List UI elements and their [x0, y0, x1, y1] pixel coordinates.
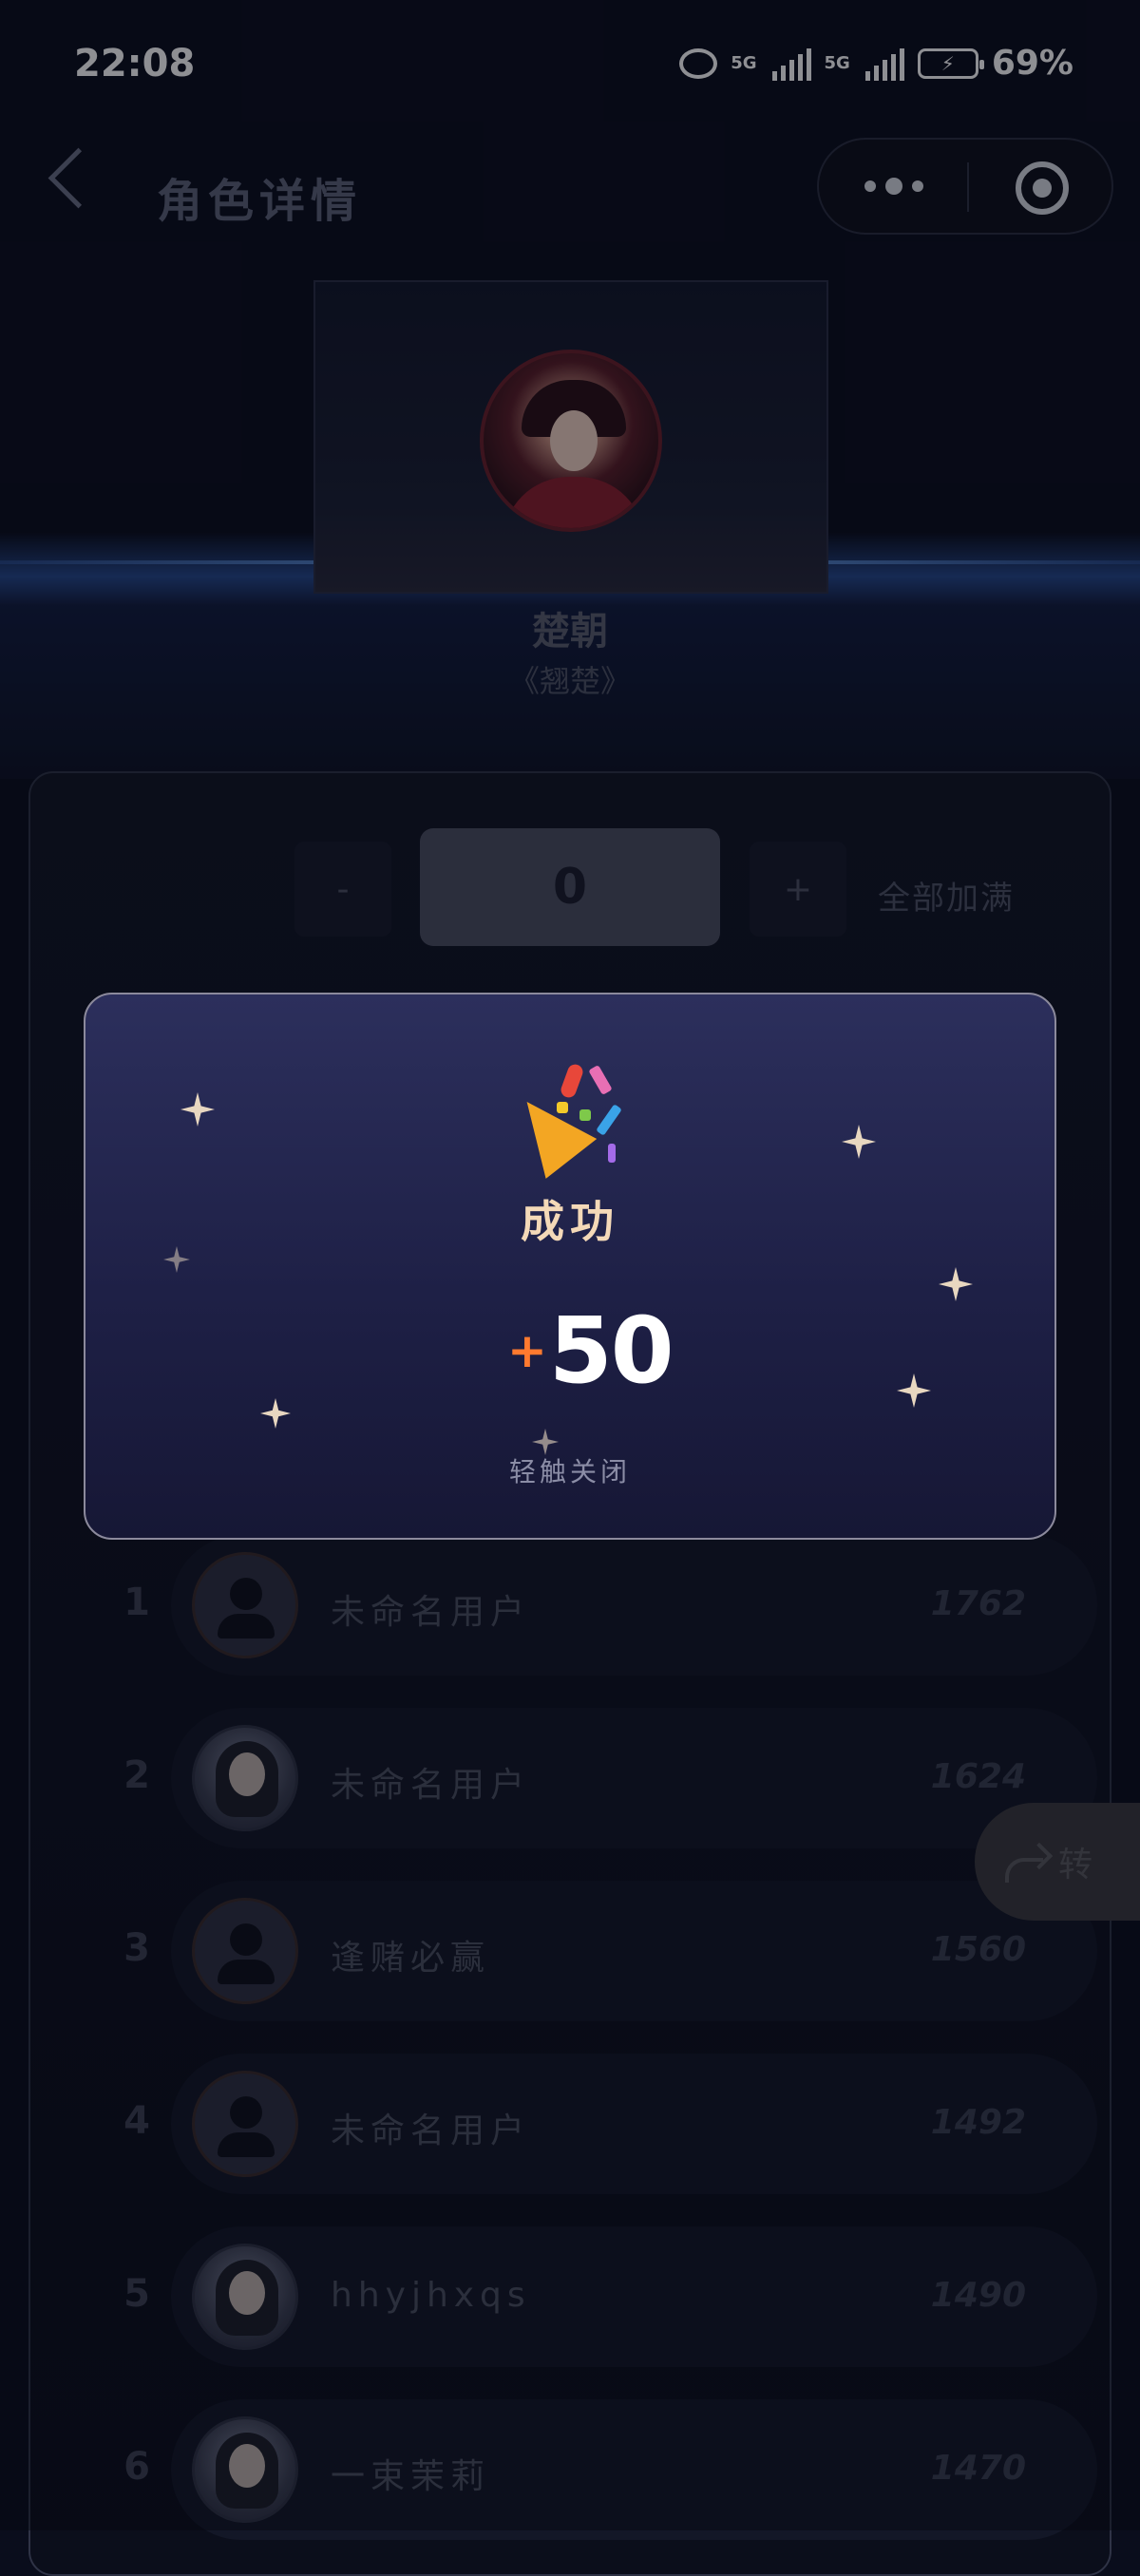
sparkle-icon — [163, 1246, 190, 1273]
modal-title: 成功 — [521, 1196, 619, 1247]
points-value: 50 — [548, 1297, 674, 1404]
points-plus-sign: + — [507, 1323, 547, 1378]
sparkle-icon — [180, 1092, 215, 1127]
sparkle-icon — [842, 1125, 876, 1159]
tap-to-close-hint[interactable]: 轻触关闭 — [0, 1451, 1140, 1489]
points-display: + 50 — [507, 1297, 674, 1404]
sparkle-icon — [897, 1373, 931, 1408]
sparkle-icon — [939, 1267, 973, 1301]
sparkle-icon — [260, 1398, 291, 1429]
party-popper-icon — [501, 1056, 627, 1179]
